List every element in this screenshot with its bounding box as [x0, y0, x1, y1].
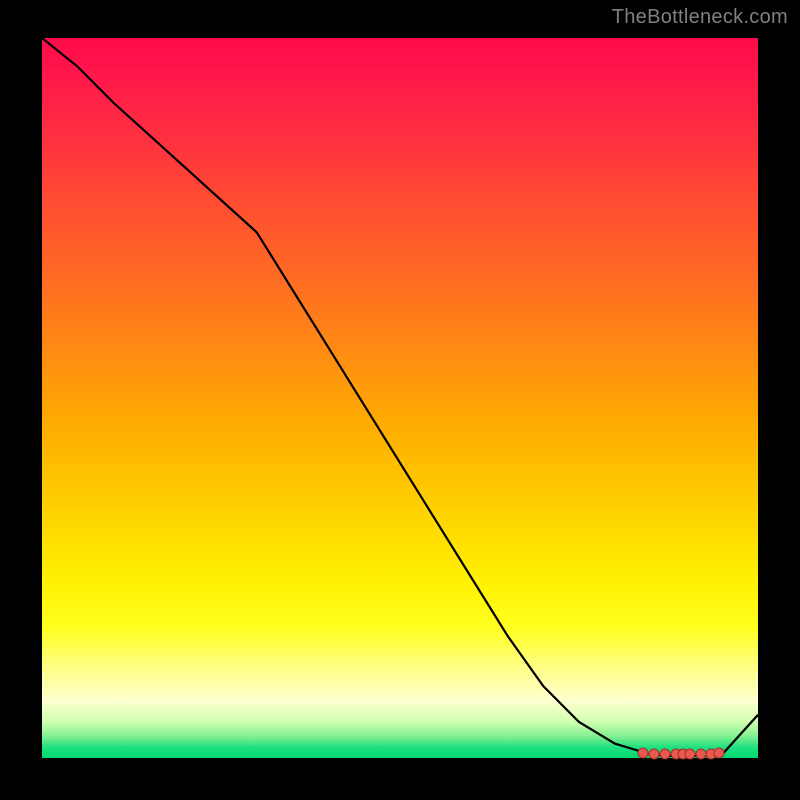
attribution-text: TheBottleneck.com [612, 6, 788, 29]
optimal-marker [713, 747, 724, 758]
optimal-marker [684, 749, 695, 760]
optimal-marker [659, 749, 670, 760]
optimal-marker [695, 749, 706, 760]
optimal-marker [638, 747, 649, 758]
optimal-marker [649, 748, 660, 759]
plot-area [42, 38, 758, 758]
optimal-markers [42, 38, 758, 758]
